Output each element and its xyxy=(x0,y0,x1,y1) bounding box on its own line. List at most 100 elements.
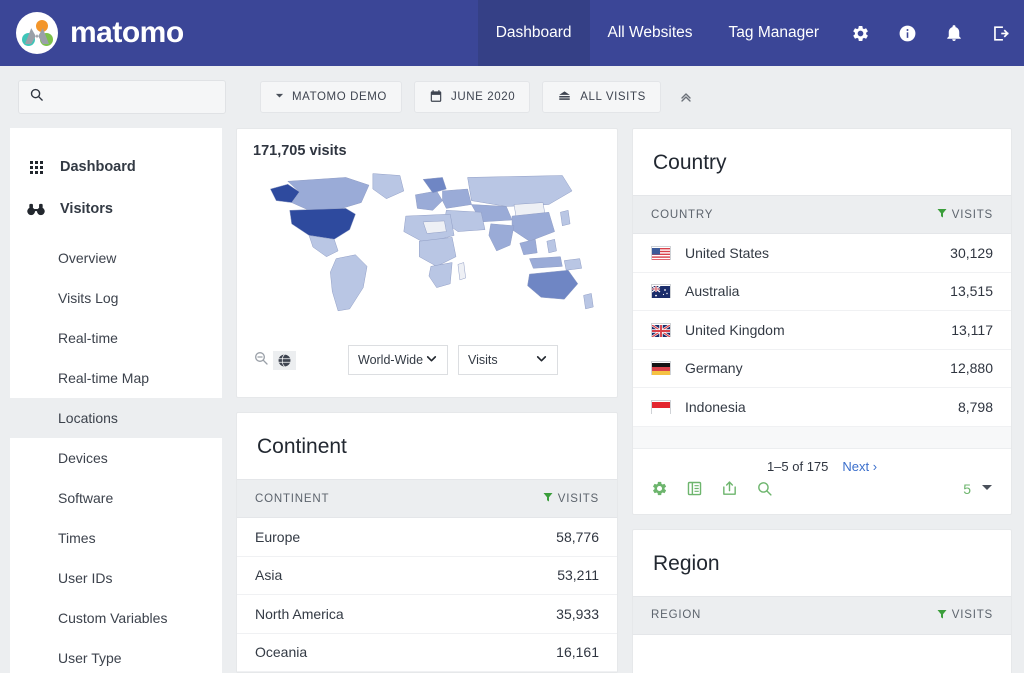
sidebar-item-real-time[interactable]: Real-time xyxy=(10,318,222,358)
sidebar-item-times[interactable]: Times xyxy=(10,518,222,558)
sidebar-item-software[interactable]: Software xyxy=(10,478,222,518)
map-total-visits: 171,705 visits xyxy=(253,143,601,159)
continent-table-header: CONTINENT VISITS xyxy=(237,479,617,518)
row-value: 13,117 xyxy=(951,322,993,338)
site-selector[interactable]: MATOMO DEMO xyxy=(260,81,402,113)
continent-widget-title: Continent xyxy=(237,413,617,479)
world-map-chart[interactable] xyxy=(253,163,601,333)
segment-icon xyxy=(557,89,572,106)
sidebar-item-overview[interactable]: Overview xyxy=(10,238,222,278)
row-label: United Kingdom xyxy=(685,322,785,338)
continent-column-label: CONTINENT xyxy=(255,493,329,505)
info-icon[interactable] xyxy=(884,0,931,66)
table-row[interactable]: Europe 58,776 xyxy=(237,518,617,557)
table-view-icon[interactable] xyxy=(686,480,703,497)
caret-down-icon xyxy=(981,480,993,498)
chevron-down-icon xyxy=(535,352,548,368)
map-region-select[interactable]: World-Wide xyxy=(348,345,448,375)
row-value: 13,515 xyxy=(950,283,993,299)
country-widget-footer: 1–5 of 175 Next › xyxy=(633,449,1011,514)
table-row[interactable]: Australia 13,515 xyxy=(633,273,1011,312)
next-page-link[interactable]: Next › xyxy=(842,459,877,474)
map-metric-select[interactable]: Visits xyxy=(458,345,558,375)
grid-icon xyxy=(26,161,46,174)
sidebar-item-label: Visitors xyxy=(60,201,113,217)
sidebar-item-dashboard[interactable]: Dashboard xyxy=(10,146,222,188)
sidebar-item-visits-log[interactable]: Visits Log xyxy=(10,278,222,318)
globe-icon[interactable] xyxy=(273,351,296,370)
sidebar-item-custom-variables[interactable]: Custom Variables xyxy=(10,598,222,638)
pagination-label: 1–5 of 175 xyxy=(767,459,828,474)
table-row[interactable]: Germany 12,880 xyxy=(633,350,1011,389)
row-value: 35,933 xyxy=(556,606,599,622)
date-selector-label: JUNE 2020 xyxy=(451,91,515,103)
map-controls: World-Wide Visits xyxy=(253,345,601,375)
region-widget: Region REGION VISITS xyxy=(632,529,1012,673)
sidebar: Dashboard Visitors Overview Visits Log R… xyxy=(10,128,222,673)
continent-metric-label: VISITS xyxy=(558,493,599,505)
row-limit-value: 5 xyxy=(963,481,971,497)
brand-logo[interactable]: matomo xyxy=(0,0,184,66)
nav-item-all-websites[interactable]: All Websites xyxy=(590,0,711,66)
region-table-header: REGION VISITS xyxy=(633,596,1011,635)
sort-funnel-icon[interactable] xyxy=(936,207,948,222)
sidebar-item-locations[interactable]: Locations xyxy=(10,398,222,438)
gear-icon[interactable] xyxy=(837,0,884,66)
caret-down-icon xyxy=(275,91,284,103)
row-value: 30,129 xyxy=(950,245,993,261)
table-row[interactable]: Oceania 16,161 xyxy=(237,634,617,673)
region-column-label: REGION xyxy=(651,609,701,621)
sidebar-item-user-type[interactable]: User Type xyxy=(10,638,222,673)
row-label: North America xyxy=(255,606,344,622)
export-icon[interactable] xyxy=(721,480,738,497)
chevron-down-icon xyxy=(425,352,438,368)
table-row[interactable]: North America 35,933 xyxy=(237,595,617,634)
nav-item-dashboard[interactable]: Dashboard xyxy=(478,0,590,66)
flag-au-icon xyxy=(651,284,671,298)
search-icon[interactable] xyxy=(756,480,773,497)
flag-us-icon xyxy=(651,246,671,260)
table-row[interactable]: United States 30,129 xyxy=(633,234,1011,273)
table-row[interactable]: Indonesia 8,798 xyxy=(633,388,1011,427)
zoom-out-icon[interactable] xyxy=(253,350,269,371)
segment-selector-label: ALL VISITS xyxy=(580,91,646,103)
top-navigation-bar: matomo Dashboard All Websites Tag Manage… xyxy=(0,0,1024,66)
search-input[interactable] xyxy=(52,90,215,105)
country-column-label: COUNTRY xyxy=(651,209,713,221)
logout-icon[interactable] xyxy=(977,0,1024,66)
row-value: 58,776 xyxy=(556,529,599,545)
visitor-map-widget: 171,705 visits xyxy=(236,128,618,398)
row-value: 8,798 xyxy=(958,399,993,415)
bell-icon[interactable] xyxy=(931,0,977,66)
sidebar-item-devices[interactable]: Devices xyxy=(10,438,222,478)
date-selector[interactable]: JUNE 2020 xyxy=(414,81,530,113)
row-label: Asia xyxy=(255,567,282,583)
nav-item-tag-manager[interactable]: Tag Manager xyxy=(711,0,837,66)
cog-icon[interactable] xyxy=(651,480,668,497)
double-chevron-up-icon[interactable] xyxy=(673,84,699,110)
sub-toolbar: MATOMO DEMO JUNE 2020 ALL VISITS xyxy=(0,66,1024,128)
flag-de-icon xyxy=(651,361,671,375)
row-limit-selector[interactable]: 5 xyxy=(963,480,993,498)
flag-id-icon xyxy=(651,400,671,414)
row-value: 16,161 xyxy=(556,644,599,660)
row-label: Europe xyxy=(255,529,300,545)
map-region-value: World-Wide xyxy=(358,353,423,367)
row-label: Indonesia xyxy=(685,399,746,415)
page-body: Dashboard Visitors Overview Visits Log R… xyxy=(0,128,1024,673)
search-input-wrapper[interactable] xyxy=(18,80,226,114)
sort-funnel-icon[interactable] xyxy=(936,608,948,623)
country-metric-label: VISITS xyxy=(952,209,993,221)
sidebar-item-real-time-map[interactable]: Real-time Map xyxy=(10,358,222,398)
row-label: United States xyxy=(685,245,769,261)
sidebar-item-user-ids[interactable]: User IDs xyxy=(10,558,222,598)
table-row[interactable]: United Kingdom 13,117 xyxy=(633,311,1011,350)
sidebar-item-visitors[interactable]: Visitors xyxy=(10,188,222,230)
sidebar-item-label: Dashboard xyxy=(60,159,136,175)
segment-selector[interactable]: ALL VISITS xyxy=(542,81,661,113)
table-row[interactable]: Asia 53,211 xyxy=(237,557,617,596)
row-label: Australia xyxy=(685,283,739,299)
middle-column: 171,705 visits xyxy=(236,128,618,673)
row-value: 12,880 xyxy=(950,360,993,376)
sort-funnel-icon[interactable] xyxy=(542,491,554,506)
